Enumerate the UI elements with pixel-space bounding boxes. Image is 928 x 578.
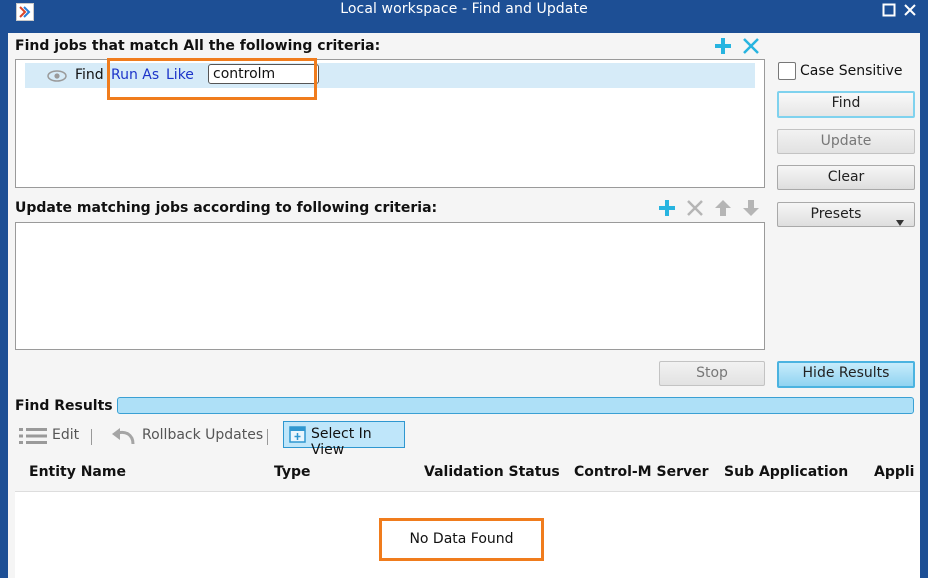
find-criteria-heading: Find jobs that match All the following c… — [15, 38, 381, 54]
column-header-application[interactable]: Appli — [874, 464, 914, 480]
highlight-box — [107, 58, 317, 100]
column-header-entity-name[interactable]: Entity Name — [29, 464, 126, 480]
results-progress-bar — [117, 397, 914, 414]
list-edit-icon[interactable] — [19, 427, 47, 449]
chevron-down-icon — [896, 211, 904, 234]
remove-update-icon[interactable] — [686, 199, 704, 221]
close-icon[interactable] — [901, 1, 921, 19]
toolbar-divider — [267, 429, 268, 445]
title-bar: Local workspace - Find and Update — [0, 0, 928, 21]
find-results-heading: Find Results — [15, 398, 113, 414]
toolbar-divider — [91, 429, 92, 445]
criteria-prefix: Find — [75, 67, 104, 83]
update-criteria-heading: Update matching jobs according to follow… — [15, 200, 438, 216]
update-criteria-list — [15, 222, 765, 350]
select-in-view-label: Select In View — [311, 426, 372, 458]
eye-icon[interactable] — [47, 70, 67, 86]
rollback-updates-button[interactable]: Rollback Updates — [142, 427, 263, 443]
clear-criteria-icon[interactable] — [742, 37, 760, 59]
add-update-icon[interactable] — [658, 199, 676, 221]
window-title: Local workspace - Find and Update — [340, 1, 588, 17]
column-header-type[interactable]: Type — [274, 464, 311, 480]
select-view-icon — [289, 426, 306, 447]
column-header-control-m-server[interactable]: Control-M Server — [574, 464, 709, 480]
clear-button[interactable]: Clear — [777, 165, 915, 190]
dialog-content: Find jobs that match All the following c… — [8, 33, 920, 578]
stop-button[interactable]: Stop — [659, 361, 765, 386]
hide-results-button[interactable]: Hide Results — [777, 361, 915, 388]
move-down-icon[interactable] — [742, 199, 760, 221]
select-in-view-button[interactable]: Select In View — [283, 421, 405, 458]
column-header-sub-application[interactable]: Sub Application — [724, 464, 848, 480]
maximize-icon[interactable] — [880, 1, 900, 19]
find-update-window: Local workspace - Find and Update Find j… — [0, 0, 928, 578]
find-button[interactable]: Find — [777, 91, 915, 118]
update-button[interactable]: Update — [777, 129, 915, 154]
case-sensitive-checkbox[interactable] — [778, 62, 796, 80]
move-up-icon[interactable] — [714, 199, 732, 221]
presets-button[interactable]: Presets — [777, 202, 915, 227]
presets-label: Presets — [810, 206, 862, 222]
column-header-validation-status[interactable]: Validation Status — [424, 464, 560, 480]
add-criteria-icon[interactable] — [714, 37, 732, 59]
no-data-message: No Data Found — [379, 518, 544, 561]
rollback-icon[interactable] — [111, 426, 137, 450]
edit-button[interactable]: Edit — [52, 427, 79, 443]
case-sensitive-label: Case Sensitive — [800, 63, 903, 79]
